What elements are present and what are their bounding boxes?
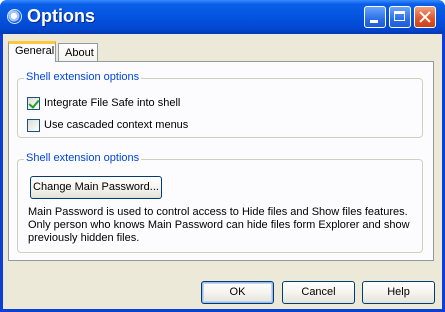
title-bar[interactable]: Options <box>0 0 445 34</box>
dialog-client-area: General About Shell extension options In… <box>3 34 442 309</box>
password-options-group: Shell extension options Change Main Pass… <box>17 152 423 253</box>
group-title: Shell extension options <box>24 71 142 83</box>
minimize-button[interactable] <box>364 6 386 28</box>
group-title: Shell extension options <box>24 152 142 164</box>
shell-options-group: Shell extension options Integrate File S… <box>17 71 423 138</box>
checkbox-label: Integrate File Safe into shell <box>44 97 181 109</box>
app-icon <box>7 9 22 24</box>
password-description: Main Password is used to control access … <box>28 206 410 244</box>
tab-about[interactable]: About <box>58 43 98 62</box>
tab-panel-general: Shell extension options Integrate File S… <box>8 61 434 261</box>
cancel-button[interactable]: Cancel <box>282 281 355 304</box>
integrate-shell-checkbox[interactable] <box>27 97 40 110</box>
close-button[interactable] <box>414 6 436 28</box>
cascaded-menus-checkbox[interactable] <box>27 119 40 132</box>
options-window: Options General About Shell extension op… <box>0 0 445 312</box>
maximize-button[interactable] <box>389 6 411 28</box>
help-button[interactable]: Help <box>362 281 435 304</box>
tab-general[interactable]: General <box>8 41 56 62</box>
checkbox-label: Use cascaded context menus <box>44 119 189 131</box>
ok-button[interactable]: OK <box>201 281 274 304</box>
change-main-password-button[interactable]: Change Main Password... <box>30 176 162 199</box>
window-title: Options <box>27 6 95 26</box>
